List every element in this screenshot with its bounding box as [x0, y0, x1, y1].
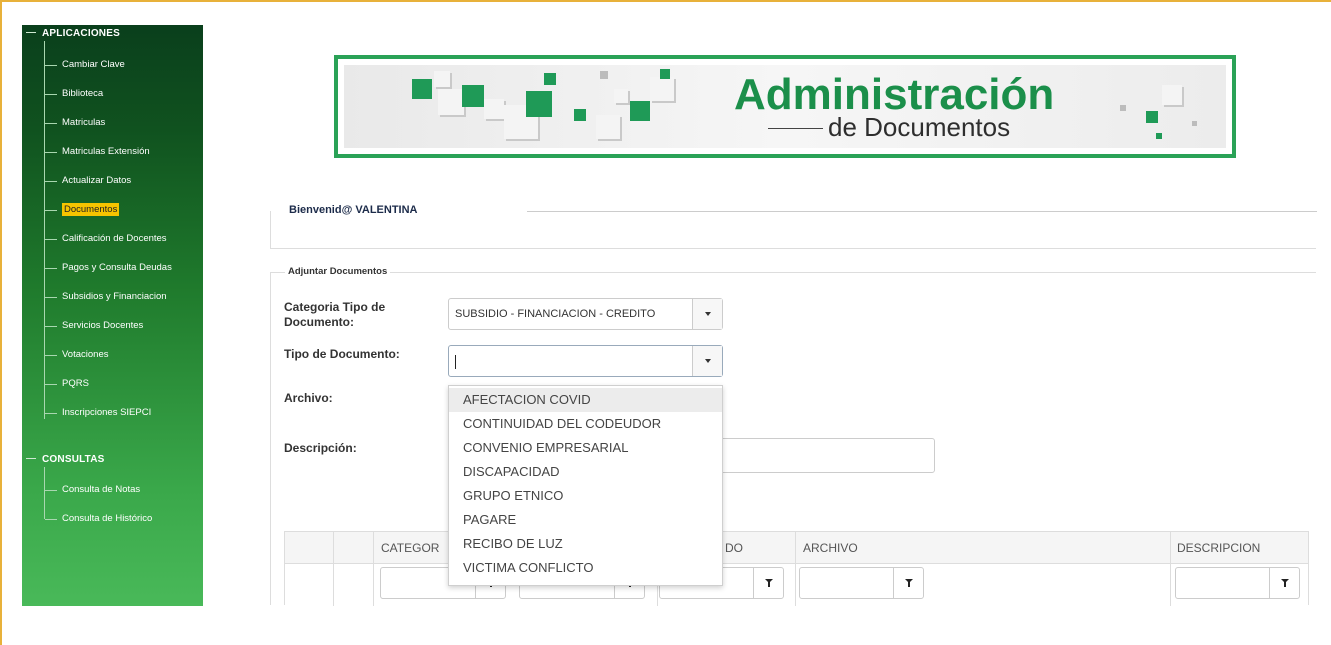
- category-select-toggle[interactable]: [692, 299, 722, 329]
- welcome-divider: [527, 211, 1317, 212]
- chevron-down-icon: [705, 359, 711, 363]
- description-label: Descripción:: [284, 441, 357, 455]
- decorative-cube: [650, 77, 674, 101]
- sidebar-item-subsidios-financiacion[interactable]: Subsidios y Financiacion: [45, 291, 167, 302]
- decorative-cube: [1192, 121, 1197, 126]
- decorative-cube: [1120, 105, 1126, 111]
- decorative-cube: [600, 71, 608, 79]
- category-select[interactable]: SUBSIDIO - FINANCIACION - CREDITO: [448, 298, 723, 330]
- doctype-option[interactable]: VICTIMA CONFLICTO: [449, 556, 722, 580]
- filter-button[interactable]: [893, 568, 923, 598]
- decorative-cube: [1156, 133, 1162, 139]
- decorative-cube: [596, 115, 620, 139]
- welcome-panel: [270, 211, 1316, 249]
- category-select-value: SUBSIDIO - FINANCIACION - CREDITO: [455, 308, 656, 320]
- doctype-dropdown-list: AFECTACION COVID CONTINUIDAD DEL CODEUDO…: [448, 385, 723, 586]
- attach-fieldset-border: [270, 272, 271, 605]
- sidebar-item-matriculas-extension[interactable]: Matriculas Extensión: [45, 146, 150, 157]
- attach-fieldset-border: [270, 272, 1316, 273]
- doctype-option[interactable]: GRUPO ETNICO: [449, 484, 722, 508]
- decorative-cube: [1146, 111, 1158, 123]
- doctype-option[interactable]: PAGARE: [449, 508, 722, 532]
- tree-line: [44, 41, 45, 419]
- decorative-cube: [544, 73, 556, 85]
- sidebar-item-inscripciones-siepci[interactable]: Inscripciones SIEPCI: [44, 407, 151, 418]
- sidebar-item-calificacion-docentes[interactable]: Calificación de Docentes: [45, 233, 167, 244]
- sidebar-section-consultas[interactable]: CONSULTAS: [26, 454, 105, 465]
- sidebar-item-servicios-docentes[interactable]: Servicios Docentes: [44, 320, 143, 331]
- sidebar-item-actualizar-datos[interactable]: Actualizar Datos: [44, 175, 131, 186]
- sidebar-item-biblioteca[interactable]: Biblioteca: [44, 88, 103, 99]
- grid-filter-archivo[interactable]: [799, 567, 924, 599]
- doctype-option[interactable]: RECIBO DE LUZ: [449, 532, 722, 556]
- doctype-option[interactable]: CONTINUIDAD DEL CODEUDOR: [449, 412, 722, 436]
- tree-line: [44, 467, 45, 519]
- tree-expand-icon: [26, 458, 36, 459]
- decorative-cube: [1162, 85, 1182, 105]
- sidebar-item-votaciones[interactable]: Votaciones: [44, 349, 108, 360]
- text-cursor: [455, 355, 456, 369]
- grid-column-divider: [1170, 532, 1171, 606]
- filter-button[interactable]: [1269, 568, 1299, 598]
- decorative-cube: [462, 85, 484, 107]
- chevron-down-icon: [705, 312, 711, 316]
- tree-expand-icon: [26, 32, 36, 33]
- sidebar-item-consulta-historico[interactable]: Consulta de Histórico: [44, 513, 152, 524]
- sidebar-item-pagos-consulta-deudas[interactable]: Pagos y Consulta Deudas: [45, 262, 172, 273]
- doctype-option[interactable]: AFECTACION COVID: [449, 388, 722, 412]
- doctype-select-toggle[interactable]: [692, 346, 722, 376]
- grid-filter-descripcion[interactable]: [1175, 567, 1300, 599]
- sidebar-item-consulta-notas[interactable]: Consulta de Notas: [44, 484, 140, 495]
- funnel-icon: [765, 579, 773, 587]
- grid-header-descripcion[interactable]: DESCRIPCION: [1177, 541, 1260, 555]
- decorative-cube: [484, 99, 504, 119]
- grid-header-categoria[interactable]: CATEGOR: [381, 541, 439, 555]
- decorative-cube: [574, 109, 586, 121]
- banner-title: Administración: [734, 70, 1055, 119]
- category-label: Categoria Tipo de Documento:: [284, 300, 386, 329]
- filter-button[interactable]: [753, 568, 783, 598]
- banner-subtitle: de Documentos: [828, 112, 1011, 142]
- grid-header-estado[interactable]: DO: [725, 541, 743, 555]
- grid-column-divider: [373, 532, 374, 606]
- sidebar-item-cambiar-clave[interactable]: Cambiar Clave: [45, 59, 125, 70]
- decorative-cube: [438, 89, 464, 115]
- grid-header-archivo[interactable]: ARCHIVO: [803, 541, 858, 555]
- banner-divider: [768, 128, 823, 129]
- sidebar-item-matriculas[interactable]: Matriculas: [44, 117, 105, 128]
- grid-column-divider: [333, 532, 334, 606]
- decorative-cube: [660, 69, 670, 79]
- grid-column-divider: [795, 532, 796, 606]
- doctype-option[interactable]: CONVENIO EMPRESARIAL: [449, 436, 722, 460]
- header-banner: Administración de Documentos: [334, 55, 1236, 158]
- attach-fieldset-legend: Adjuntar Documentos: [285, 266, 391, 277]
- welcome-text: Bienvenid@ VALENTINA: [287, 204, 420, 216]
- decorative-cube: [526, 91, 552, 117]
- doctype-label: Tipo de Documento:: [284, 347, 400, 361]
- sidebar-menu: APLICACIONES Cambiar Clave Biblioteca Ma…: [22, 25, 203, 606]
- doctype-option[interactable]: DISCAPACIDAD: [449, 460, 722, 484]
- decorative-cube: [412, 79, 432, 99]
- file-label: Archivo:: [284, 391, 333, 405]
- funnel-icon: [905, 579, 913, 587]
- decorative-cube: [614, 89, 628, 103]
- sidebar-item-pqrs[interactable]: PQRS: [45, 378, 89, 389]
- decorative-cube: [434, 71, 450, 87]
- sidebar-item-documentos[interactable]: Documentos: [44, 203, 120, 216]
- sidebar-section-applications[interactable]: APLICACIONES: [26, 28, 120, 39]
- decorative-cube: [630, 101, 650, 121]
- doctype-select[interactable]: [448, 345, 723, 377]
- funnel-icon: [1281, 579, 1289, 587]
